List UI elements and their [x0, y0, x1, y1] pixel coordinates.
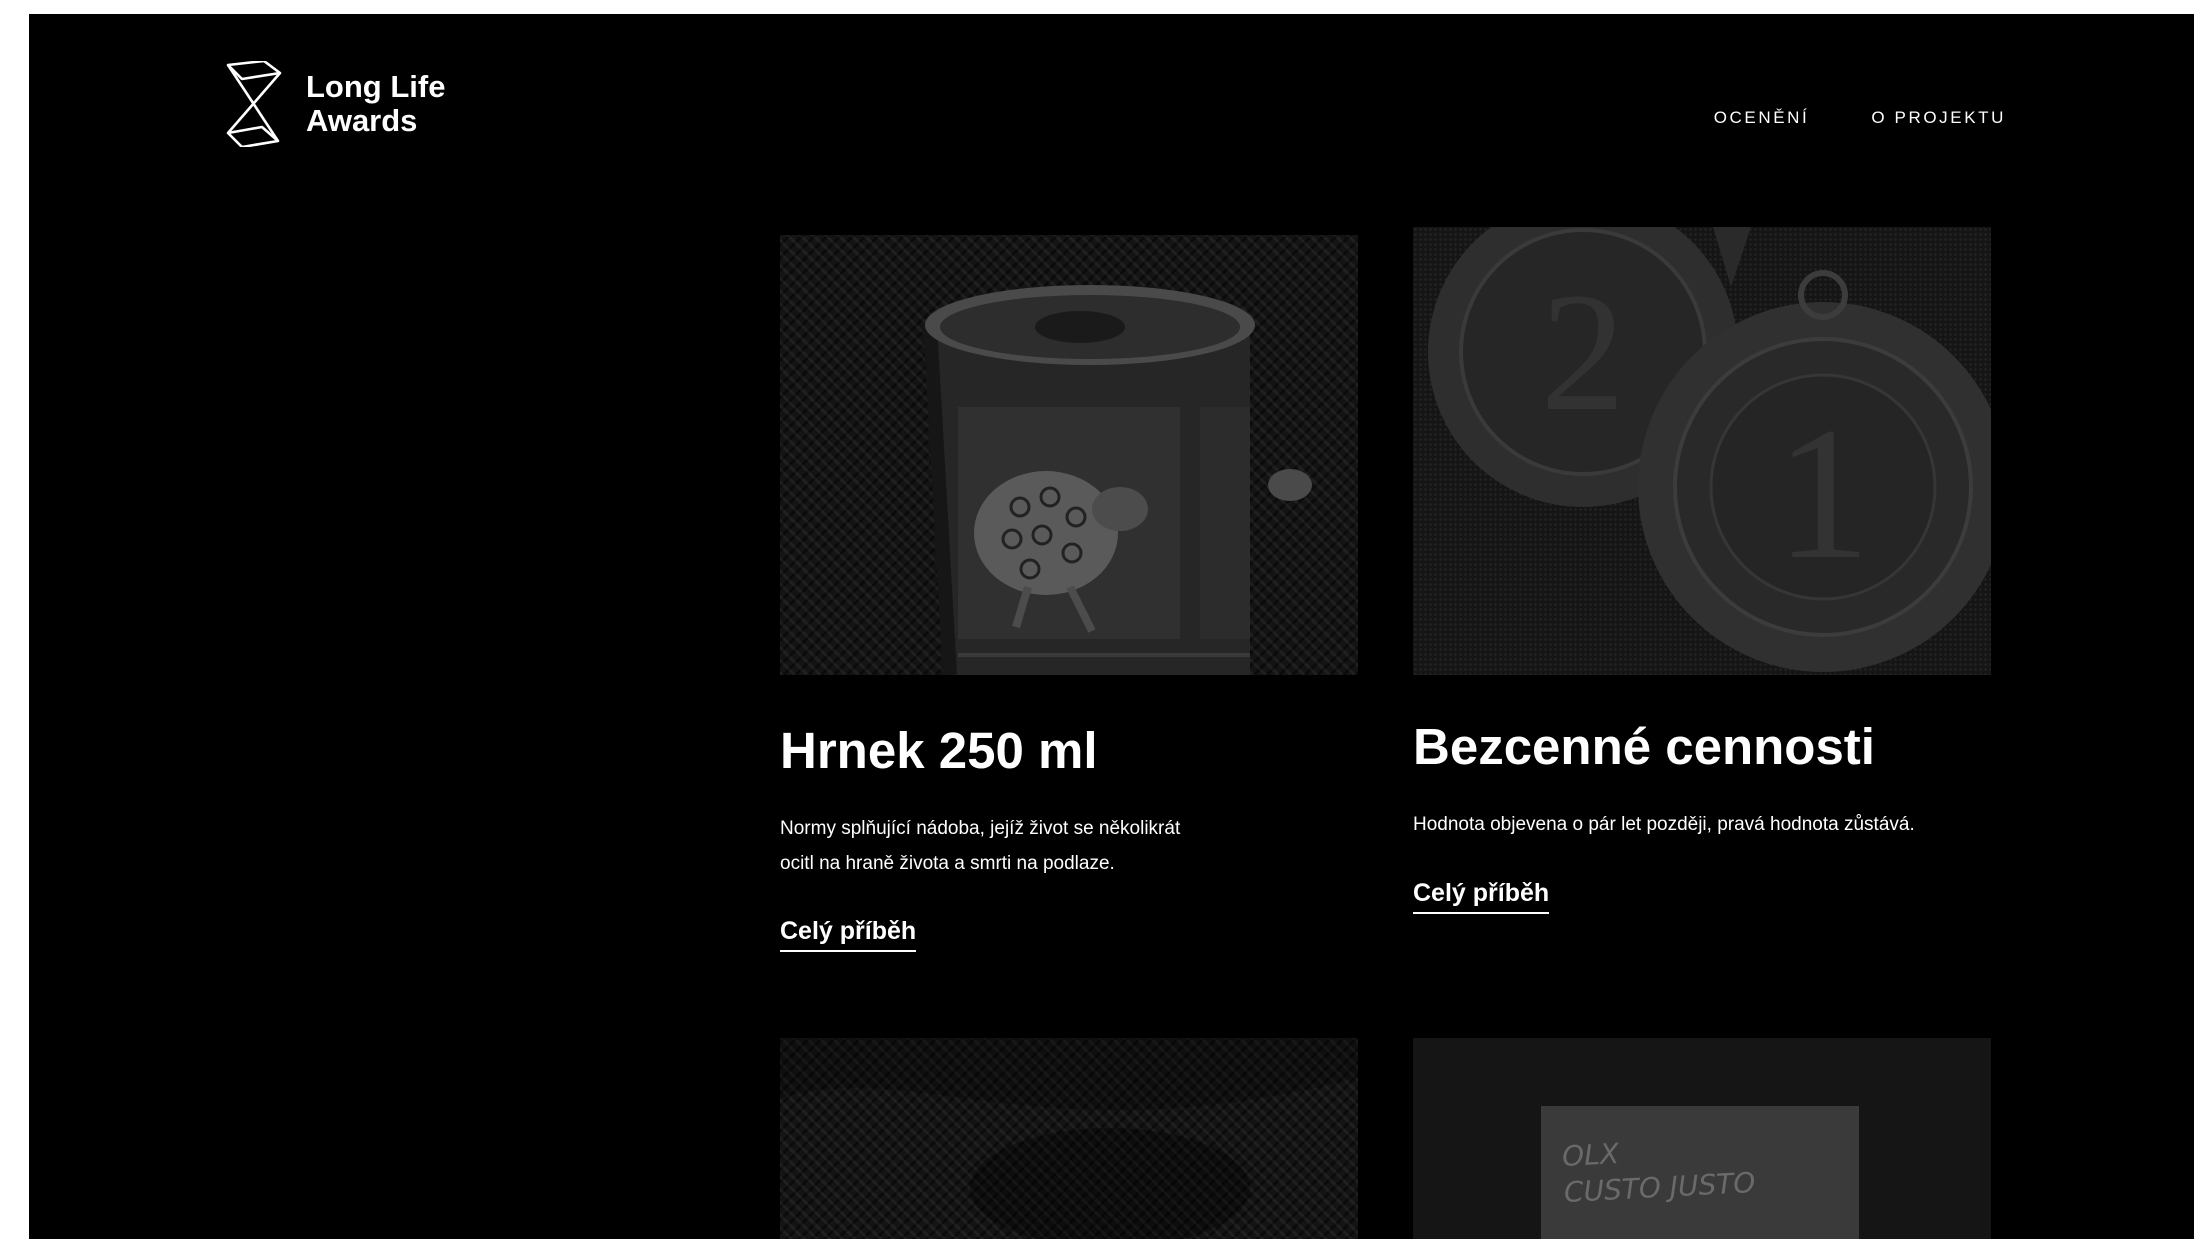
- story-card-fabric: [780, 1038, 1358, 1239]
- paper-note: OLX CUSTO JUSTO: [1541, 1106, 1859, 1239]
- read-story-link[interactable]: Celý příběh: [780, 914, 917, 952]
- main-nav: OCENĚNÍ O PROJEKTU: [1714, 108, 2006, 128]
- card-description-line: ocitl na hraně života a smrti na podlaze…: [780, 853, 1115, 874]
- fabric-illustration: [780, 1038, 1358, 1239]
- card-title: Bezcenné cennosti: [1413, 718, 1875, 775]
- card-description-line: Hodnota objevena o pár let později, prav…: [1413, 814, 1915, 835]
- card-image-note[interactable]: OLX CUSTO JUSTO: [1413, 1038, 1991, 1239]
- story-card-note: OLX CUSTO JUSTO: [1413, 1038, 1991, 1239]
- note-text: OLX CUSTO JUSTO: [1561, 1129, 1756, 1211]
- nav-item-oceneni[interactable]: OCENĚNÍ: [1714, 108, 1810, 128]
- card-description: Normy splňující nádoba, jejíž život se n…: [780, 811, 1358, 881]
- read-story-link[interactable]: Celý příběh: [1413, 876, 1550, 914]
- card-image-medals[interactable]: 2 1: [1413, 227, 1991, 675]
- card-description-line: Normy splňující nádoba, jejíž život se n…: [780, 818, 1181, 839]
- brand-line-1: Long Life: [306, 69, 446, 104]
- page-frame: Long Life Awards OCENĚNÍ O PROJEKTU Hrne…: [29, 14, 2194, 1239]
- medal-number-1: 1: [1776, 389, 1871, 599]
- brand-name: Long Life Awards: [306, 70, 445, 138]
- brand-line-2: Awards: [306, 103, 418, 138]
- hourglass-logo-icon: [226, 61, 282, 147]
- story-card-mug: Hrnek 250 ml Normy splňující nádoba, jej…: [780, 231, 1358, 952]
- medal-number-2: 2: [1541, 258, 1626, 446]
- mug-illustration: [923, 285, 1312, 675]
- card-description: Hodnota objevena o pár let později, prav…: [1413, 807, 1991, 842]
- logo-link[interactable]: Long Life Awards: [222, 61, 445, 147]
- card-title: Hrnek 250 ml: [780, 722, 1098, 779]
- nav-item-o-projektu[interactable]: O PROJEKTU: [1871, 108, 2006, 128]
- card-image-mug[interactable]: [780, 235, 1358, 675]
- card-image-fabric[interactable]: [780, 1038, 1358, 1239]
- medals-illustration: 2 1: [1428, 227, 1991, 672]
- story-card-medals: 2 1 Bezcenné cennosti Hodnota objevena o…: [1413, 227, 1991, 914]
